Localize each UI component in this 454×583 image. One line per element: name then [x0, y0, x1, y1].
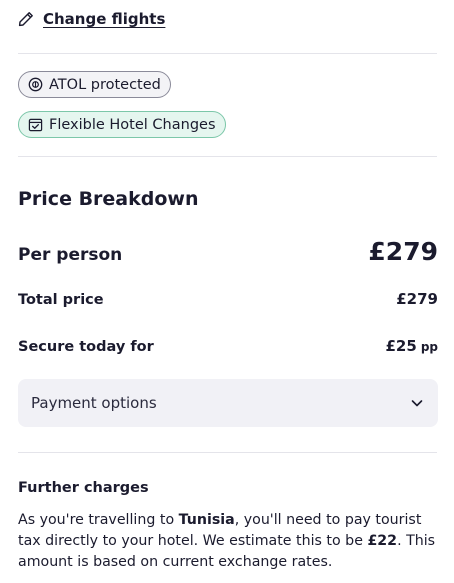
atol-protected-badge: ATOL protected	[18, 71, 171, 98]
total-price-value: £279	[396, 290, 438, 308]
total-price-label: Total price	[18, 292, 104, 308]
per-person-suffix: pp	[420, 340, 438, 354]
calendar-check-icon	[28, 118, 43, 132]
secure-today-label: Secure today for	[18, 339, 154, 355]
divider	[18, 452, 437, 453]
further-charges-text: As you're travelling to Tunisia, you'll …	[18, 510, 442, 573]
price-breakdown-title: Price Breakdown	[18, 188, 199, 210]
payment-options-label: Payment options	[31, 394, 157, 412]
payment-options-dropdown[interactable]: Payment options	[18, 379, 438, 427]
chevron-down-icon	[411, 400, 423, 407]
atol-label: ATOL protected	[49, 76, 161, 93]
secure-today-row: Secure today for £25 pp	[18, 336, 438, 355]
per-person-label: Per person	[18, 245, 123, 265]
divider	[18, 156, 437, 157]
change-flights-label: Change flights	[43, 10, 166, 28]
per-person-row: Per person £279	[18, 237, 438, 266]
further-charges-title: Further charges	[18, 480, 149, 496]
pencil-icon	[18, 12, 33, 27]
secure-today-value: £25	[385, 337, 417, 355]
further-text-part: As you're travelling to	[18, 512, 179, 528]
tourist-tax-amount: £22	[367, 533, 398, 549]
destination-name: Tunisia	[178, 512, 235, 528]
flexible-hotel-changes-badge: Flexible Hotel Changes	[18, 111, 226, 138]
flexible-label: Flexible Hotel Changes	[49, 116, 216, 133]
price-breakdown-page: Change flights ATOL protected Flexible H…	[0, 0, 454, 583]
atol-shield-icon	[28, 77, 43, 92]
divider	[18, 53, 437, 54]
secure-today-amount: £25 pp	[386, 336, 439, 355]
per-person-value: £279	[368, 237, 438, 266]
total-price-row: Total price £279	[18, 290, 438, 308]
change-flights-link[interactable]: Change flights	[18, 10, 165, 28]
